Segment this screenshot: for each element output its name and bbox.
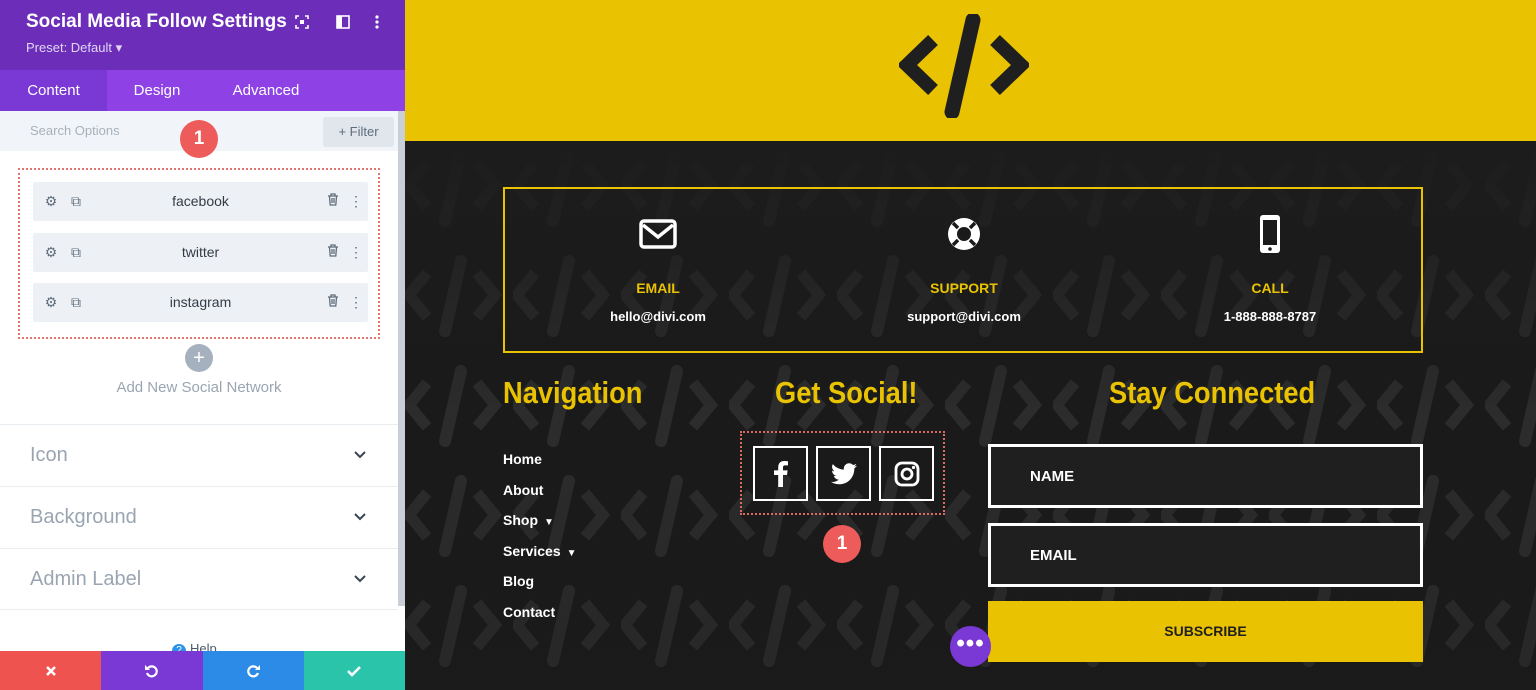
trash-icon[interactable] [325,193,341,209]
section-admin-label[interactable]: Admin Label [0,548,398,610]
chevron-down-icon: ▼ [566,548,577,559]
tab-bar: Content Design Advanced [0,70,405,111]
name-placeholder: NAME [1030,468,1075,485]
section-icon[interactable]: Icon [0,424,398,486]
phone-icon [1260,215,1280,253]
contact-info-box: EMAIL hello@divi.com SUPPORT support@div… [503,187,1423,353]
nav-item-label: Shop [503,512,538,528]
settings-panel: Social Media Follow Settings Preset: Def… [0,0,405,690]
contact-value[interactable]: support@divi.com [811,309,1117,324]
section-label: Background [30,506,137,528]
chevron-down-icon [354,451,366,459]
trash-icon[interactable] [325,294,341,310]
more-options-icon[interactable] [367,12,387,32]
contact-value[interactable]: hello@divi.com [505,309,811,324]
fullscreen-icon[interactable] [292,12,312,32]
step-badge: 1 [823,525,861,563]
stay-connected-heading: Stay Connected [1109,375,1316,410]
list-item[interactable]: ⚙ ⧉ twitter ⋮ [33,233,368,272]
add-network-label[interactable]: Add New Social Network [0,379,398,396]
chevron-down-icon [354,575,366,583]
more-options-icon[interactable]: ⋮ [348,244,364,260]
tab-content[interactable]: Content [0,70,107,111]
contact-title: EMAIL [636,280,680,296]
panel-title: Social Media Follow Settings [26,11,287,32]
social-network-list: ⚙ ⧉ facebook ⋮ ⚙ ⧉ twitter ⋮ ⚙ ⧉ instagr… [18,168,380,339]
lifebuoy-icon [948,218,980,250]
twitter-icon[interactable] [816,446,871,501]
preset-dropdown[interactable]: Preset: Default ▾ [26,40,122,56]
network-label: twitter [181,244,220,260]
section-background[interactable]: Background [0,486,398,548]
cancel-button[interactable] [0,651,102,690]
split-view-icon[interactable] [333,12,353,32]
section-label: Admin Label [30,568,142,590]
contact-title: CALL [1251,280,1289,296]
nav-item-blog[interactable]: Blog [503,573,534,589]
undo-button[interactable] [101,651,203,690]
panel-header: Social Media Follow Settings Preset: Def… [0,0,405,70]
contact-support: SUPPORT support@divi.com [811,189,1117,355]
save-button[interactable] [303,651,405,690]
filter-button[interactable]: + Filter [323,117,394,147]
email-placeholder: EMAIL [1030,547,1077,564]
subscribe-button[interactable]: SUBSCRIBE [988,601,1423,662]
tab-advanced[interactable]: Advanced [207,70,325,111]
list-item[interactable]: ⚙ ⧉ instagram ⋮ [33,283,368,322]
action-bar [0,651,405,690]
tab-design[interactable]: Design [107,70,207,111]
page-preview: EMAIL hello@divi.com SUPPORT support@div… [405,0,1536,690]
chevron-down-icon [354,513,366,521]
email-field[interactable]: EMAIL [988,523,1423,587]
header-band [405,0,1536,141]
page-settings-button[interactable]: ••• [950,626,991,667]
network-label: facebook [172,193,229,209]
nav-item-label: Services [503,543,561,559]
nav-item-contact[interactable]: Contact [503,604,555,620]
chevron-down-icon: ▼ [544,517,554,528]
contact-call: CALL 1-888-888-8787 [1117,189,1423,355]
section-label: Icon [30,444,68,466]
check-icon [347,666,362,678]
navigation-heading: Navigation [503,375,643,410]
code-logo-icon [899,14,1029,118]
network-label: instagram [169,294,232,310]
redo-button[interactable] [202,651,304,690]
contact-email: EMAIL hello@divi.com [505,189,811,355]
envelope-icon [639,219,677,249]
nav-item-home[interactable]: Home [503,451,542,467]
redo-icon [247,665,261,678]
nav-item-services[interactable]: Services ▼ [503,543,577,559]
contact-title: SUPPORT [930,280,998,296]
trash-icon[interactable] [325,244,341,260]
name-field[interactable]: NAME [988,444,1423,508]
list-item[interactable]: ⚙ ⧉ facebook ⋮ [33,182,368,221]
instagram-icon[interactable] [879,446,934,501]
nav-item-about[interactable]: About [503,482,543,498]
contact-value[interactable]: 1-888-888-8787 [1117,309,1423,324]
scrollbar[interactable] [398,111,405,606]
close-icon [45,666,56,677]
facebook-icon[interactable] [753,446,808,501]
step-badge: 1 [180,120,218,158]
social-follow-module[interactable] [740,431,945,515]
social-heading: Get Social! [775,375,918,410]
search-input[interactable]: Search Options [30,123,120,138]
nav-item-shop[interactable]: Shop ▼ [503,512,554,528]
more-options-icon[interactable]: ⋮ [348,193,364,209]
add-network-button[interactable]: + [185,344,213,372]
more-options-icon[interactable]: ⋮ [348,294,364,310]
undo-icon [144,665,158,678]
